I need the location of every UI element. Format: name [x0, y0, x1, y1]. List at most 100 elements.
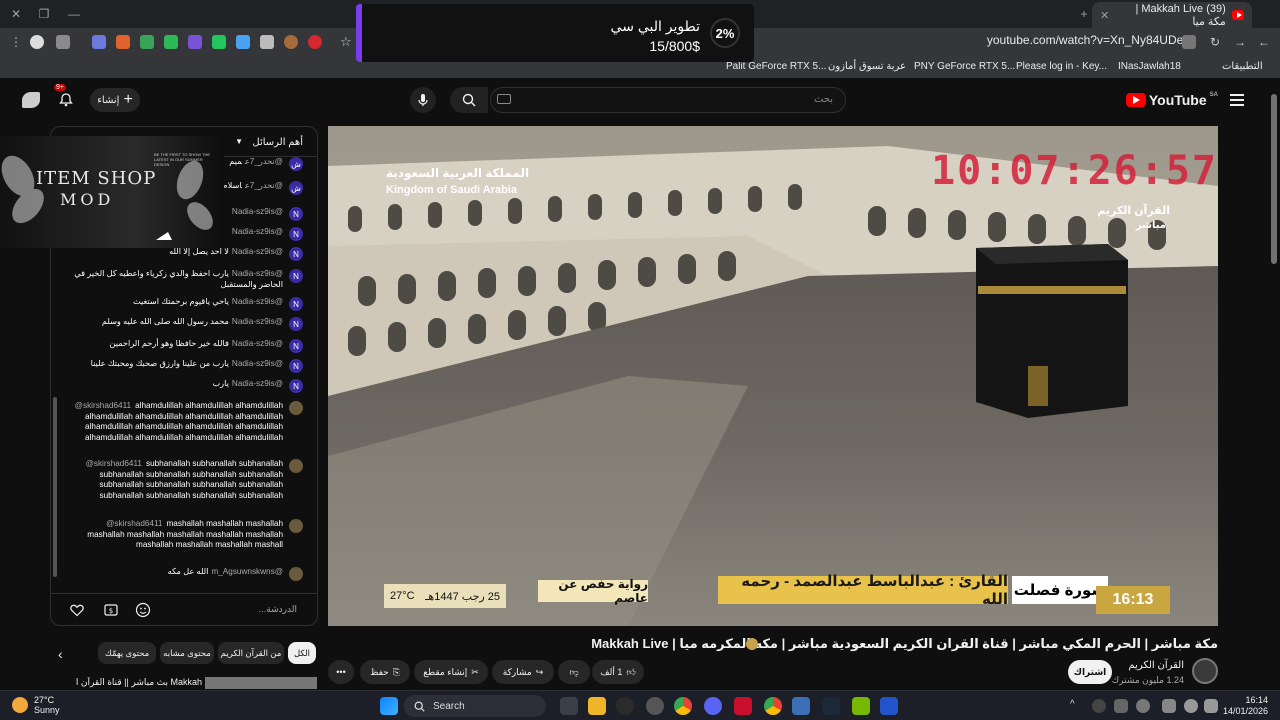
bookmark-star-icon[interactable]: ☆	[340, 35, 354, 49]
subscribe-button[interactable]: اشتراك	[1068, 660, 1112, 684]
dislike-button[interactable]: 👎︎	[558, 660, 590, 684]
extension-icon[interactable]	[164, 35, 178, 49]
search-input[interactable]: بحث	[490, 87, 846, 113]
reload-icon[interactable]: ↻	[1210, 35, 1224, 49]
profile-icon[interactable]	[30, 35, 44, 49]
chat-author-name[interactable]: @نحدر_7ع	[245, 181, 283, 190]
install-app-icon[interactable]	[1182, 35, 1196, 49]
chat-message[interactable]: @m_Agsuwnskwnsالله عل مكه	[168, 567, 303, 581]
chat-author-name[interactable]: @Nadia-sz9is	[232, 207, 283, 216]
create-button[interactable]: إنشاء +	[90, 88, 140, 112]
chat-author-name[interactable]: @نحدر_7ع	[245, 157, 283, 166]
extension-icon[interactable]	[140, 35, 154, 49]
windows-start-icon[interactable]	[380, 697, 398, 715]
chat-author-avatar[interactable]: N	[289, 297, 303, 311]
file-explorer-icon[interactable]	[588, 697, 606, 715]
chat-author-name[interactable]: @Nadia-sz9is	[232, 247, 283, 256]
share-button[interactable]: ↪ مشاركة	[492, 660, 554, 684]
menu-dots-icon[interactable]: ⋮	[10, 35, 24, 49]
chat-author-avatar[interactable]: ش	[289, 157, 303, 171]
chip-all[interactable]: الكل	[288, 642, 316, 664]
tray-clock[interactable]: 16:14 14/01/2026	[1223, 695, 1268, 717]
bookmark-item[interactable]: عربة تسوق أمازون	[828, 61, 906, 72]
search-button[interactable]	[450, 87, 488, 113]
chat-author-name[interactable]: @Nadia-sz9is	[232, 317, 283, 326]
taskbar-search[interactable]: Search	[404, 695, 546, 717]
chrome-icon[interactable]	[764, 697, 782, 715]
chat-author-avatar[interactable]: N	[289, 317, 303, 331]
heart-icon[interactable]	[69, 602, 85, 618]
app-icon[interactable]	[792, 697, 810, 715]
chat-input[interactable]: الدردشة...	[259, 604, 297, 615]
app-icon[interactable]	[880, 697, 898, 715]
bookmark-item[interactable]: Please log in - Key...	[1016, 61, 1107, 72]
bookmark-item[interactable]: INasJawlah18	[1118, 61, 1181, 72]
chevron-up-icon[interactable]: ^	[1070, 699, 1075, 710]
chat-author-avatar[interactable]: N	[289, 207, 303, 221]
voice-search-button[interactable]	[410, 87, 436, 113]
discord-icon[interactable]	[704, 697, 722, 715]
app-icon[interactable]	[616, 697, 634, 715]
wifi-icon[interactable]	[1184, 699, 1198, 713]
more-actions-button[interactable]: •••	[328, 660, 354, 684]
chat-author-name[interactable]: @Nadia-sz9is	[232, 339, 283, 348]
chat-author-name[interactable]: @m_Agsuwnskwns	[211, 567, 283, 576]
minimize-window-icon[interactable]: —	[66, 6, 82, 22]
extension-icon[interactable]	[92, 35, 106, 49]
chat-message[interactable]: N @Nadia-sz9isفالله خير حافظا وهو أرحم ال…	[109, 339, 303, 353]
chat-author-avatar[interactable]: N	[289, 269, 303, 283]
extension-icon[interactable]	[56, 35, 70, 49]
super-chat-icon[interactable]: $	[103, 602, 119, 618]
new-tab-icon[interactable]: +	[1076, 6, 1092, 22]
bookmark-item[interactable]: PNY GeForce RTX 5...	[914, 61, 1015, 72]
chat-message[interactable]: N @Nadia-sz9isلا أحد يصل إلا الله	[169, 247, 303, 261]
chat-message[interactable]: N @Nadia-sz9is	[229, 207, 303, 221]
extension-icon[interactable]	[116, 35, 130, 49]
video-player[interactable]: المملكة العربية السعودية Kingdom of Saud…	[328, 126, 1218, 626]
chat-author-avatar[interactable]: N	[289, 247, 303, 261]
tab-close-icon[interactable]: ✕	[1100, 9, 1109, 22]
clip-button[interactable]: ✂ إنشاء مقطع	[414, 660, 488, 684]
youtube-logo[interactable]: YouTube SA	[1125, 92, 1218, 108]
page-scrollbar[interactable]	[1268, 80, 1280, 690]
chat-author-avatar[interactable]: N	[289, 339, 303, 353]
chat-author-name[interactable]: @skirshad6411	[86, 459, 142, 468]
extension-icon[interactable]	[188, 35, 202, 49]
chat-author-avatar[interactable]: N	[289, 379, 303, 393]
volume-icon[interactable]	[1204, 699, 1218, 713]
chat-message[interactable]: N @Nadia-sz9isيارب احفظ والدي زكرياء واعط…	[73, 269, 303, 290]
chat-message[interactable]: ش @نحدر_7عميم	[229, 157, 303, 171]
steam-icon[interactable]	[822, 697, 840, 715]
avatar[interactable]	[22, 92, 40, 108]
recommendation-title[interactable]: Makkah بث مباشر || قناة القرآن الكريم	[76, 677, 202, 688]
chat-author-name[interactable]: @Nadia-sz9is	[232, 297, 283, 306]
restore-window-icon[interactable]: ❐	[36, 6, 52, 22]
recommendation-thumbnail[interactable]	[205, 677, 317, 689]
chat-message[interactable]: @skirshad6411 subhanallah subhanallah sub…	[73, 459, 303, 501]
extension-icon[interactable]	[236, 35, 250, 49]
settings-gear-icon[interactable]	[646, 697, 664, 715]
app-icon[interactable]	[734, 697, 752, 715]
chat-author-avatar[interactable]	[289, 519, 303, 533]
tray-icon[interactable]	[1136, 699, 1150, 713]
chat-message[interactable]: N @Nadia-sz9isيارب	[212, 379, 303, 393]
tray-icon[interactable]	[1114, 699, 1128, 713]
chat-filter-dropdown[interactable]: أهم الرسائل	[252, 137, 303, 148]
chat-author-avatar[interactable]: ش	[289, 181, 303, 195]
chat-author-avatar[interactable]	[289, 459, 303, 473]
extension-icon[interactable]	[308, 35, 322, 49]
chrome-icon[interactable]	[674, 697, 692, 715]
url-field[interactable]: youtube.com/watch?v=Xn_Ny84UDeg	[987, 33, 1190, 47]
close-window-icon[interactable]: ✕	[8, 6, 24, 22]
forward-icon[interactable]: →	[1234, 35, 1248, 49]
chat-author-name[interactable]: @Nadia-sz9is	[232, 227, 283, 236]
chat-author-name[interactable]: @skirshad6411	[75, 401, 131, 410]
chat-author-avatar[interactable]	[289, 567, 303, 581]
chip-related[interactable]: محتوى مشابه	[160, 642, 214, 664]
channel-name[interactable]: القرآن الكريم	[1128, 660, 1184, 671]
task-view-icon[interactable]	[560, 697, 578, 715]
chevron-down-icon[interactable]: ▼	[235, 137, 243, 146]
chip-quran[interactable]: من القرآن الكريم	[218, 642, 284, 664]
chat-author-name[interactable]: @skirshad6411	[106, 519, 162, 528]
scroll-thumb[interactable]	[1271, 94, 1277, 264]
